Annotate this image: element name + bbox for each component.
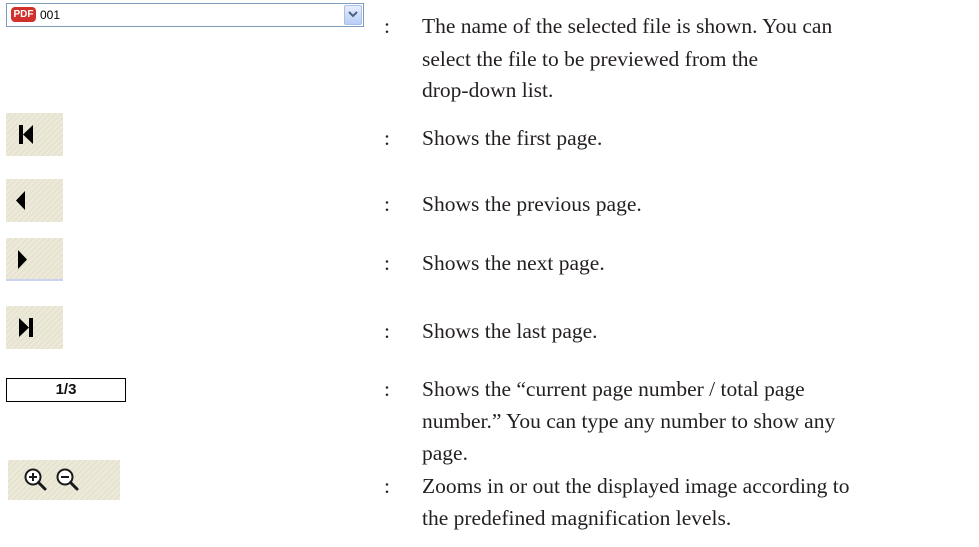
page-number-description: number.” You can type any number to show… — [422, 409, 836, 433]
chevron-down-icon — [348, 11, 358, 18]
zoom-description: the predefined magnification levels. — [422, 506, 732, 530]
separator-colon: : — [384, 319, 390, 343]
first-page-button[interactable] — [6, 113, 63, 156]
first-page-description: Shows the first page. — [422, 126, 603, 150]
separator-colon: : — [384, 251, 390, 275]
zoom-in-icon — [24, 468, 47, 491]
next-page-button[interactable] — [6, 238, 63, 281]
zoom-out-icon — [56, 468, 79, 491]
last-page-icon — [19, 318, 33, 337]
zoom-toolbar — [8, 460, 120, 500]
separator-colon: : — [384, 192, 390, 216]
file-select-description: drop-down list. — [422, 78, 554, 102]
page-number-description: Shows the “current page number / total p… — [422, 377, 805, 401]
next-page-description: Shows the next page. — [422, 251, 605, 275]
file-select-description: The name of the selected file is shown. … — [422, 14, 833, 38]
file-select-description: select the file to be previewed from the — [422, 47, 759, 71]
zoom-in-button[interactable] — [22, 466, 50, 494]
separator-colon: : — [384, 474, 390, 498]
zoom-description: Zooms in or out the displayed image acco… — [422, 474, 850, 498]
zoom-out-button[interactable] — [54, 466, 82, 494]
previous-page-button[interactable] — [6, 179, 63, 222]
last-page-description: Shows the last page. — [422, 319, 598, 343]
previous-page-description: Shows the previous page. — [422, 192, 642, 216]
separator-colon: : — [384, 126, 390, 150]
file-select-dropdown[interactable]: PDF 001 — [6, 3, 364, 27]
first-page-icon — [19, 125, 33, 144]
page-number-description: page. — [422, 441, 468, 465]
separator-colon: : — [384, 14, 390, 38]
dropdown-button[interactable] — [344, 5, 362, 25]
page-number-input[interactable]: 1/3 — [6, 378, 126, 402]
next-page-icon — [18, 250, 27, 269]
pdf-file-icon: PDF — [11, 7, 36, 22]
separator-colon: : — [384, 377, 390, 401]
last-page-button[interactable] — [6, 306, 63, 349]
selected-file-name: 001 — [40, 8, 61, 22]
previous-page-icon — [16, 191, 25, 210]
